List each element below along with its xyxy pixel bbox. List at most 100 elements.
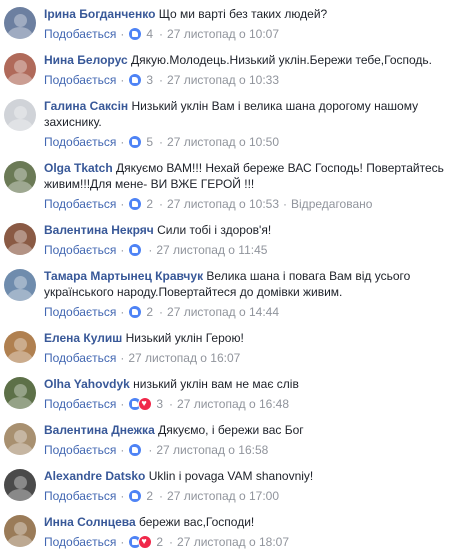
avatar[interactable] bbox=[4, 53, 36, 85]
reaction-count: 2 bbox=[156, 534, 164, 549]
like-reaction-icon bbox=[128, 72, 143, 87]
like-button[interactable]: Подобається bbox=[44, 396, 116, 412]
avatar[interactable] bbox=[4, 161, 36, 193]
separator: · bbox=[120, 396, 125, 411]
comment-line: Елена Кулиш Низький уклін Герою! bbox=[44, 330, 446, 346]
separator: · bbox=[120, 72, 125, 87]
comment-timestamp[interactable]: 27 листопад о 14:44 bbox=[167, 304, 279, 320]
comment-author-link[interactable]: Нина Белорус bbox=[44, 53, 128, 67]
comment-timestamp[interactable]: 27 листопад о 10:07 bbox=[167, 26, 279, 42]
comment-timestamp[interactable]: 27 листопад о 16:58 bbox=[156, 442, 268, 458]
like-button[interactable]: Подобається bbox=[44, 134, 116, 150]
comment-text: Що ми варті без таких людей? bbox=[158, 7, 328, 21]
comment-body: Нина Белорус Дякую.Молодець.Низький уклі… bbox=[44, 52, 446, 92]
reactions-summary[interactable]: 2 bbox=[128, 196, 153, 212]
like-reaction-icon bbox=[128, 196, 143, 211]
avatar[interactable] bbox=[4, 223, 36, 255]
reactions-summary[interactable]: 3 bbox=[128, 396, 163, 412]
edited-label[interactable]: Відредаговано bbox=[291, 196, 372, 212]
comment-body: Alexandre Datsko Uklin i povaga VAM shan… bbox=[44, 468, 446, 508]
reaction-count: 2 bbox=[146, 196, 154, 211]
comment-item: Галина Саксін Низький уклін Вам і велика… bbox=[0, 92, 450, 154]
comment-author-link[interactable]: Галина Саксін bbox=[44, 99, 128, 113]
like-button[interactable]: Подобається bbox=[44, 26, 116, 42]
comment-actions: Подобається · 2 · 27 листопад о 10:53 · Відред… bbox=[44, 195, 446, 212]
comment-actions: Подобається · 2 · 27 листопад о 17:00 bbox=[44, 487, 446, 504]
like-button[interactable]: Подобається bbox=[44, 534, 116, 550]
comment-author-link[interactable]: Olha Yahovdyk bbox=[44, 377, 130, 391]
avatar[interactable] bbox=[4, 469, 36, 501]
comment-timestamp[interactable]: 27 листопад о 16:07 bbox=[128, 350, 240, 366]
comment-item: Olha Yahovdyk низький уклін вам не має с… bbox=[0, 370, 450, 416]
reactions-summary[interactable] bbox=[128, 442, 143, 457]
comment-line: Olga Tkatch Дякуємо ВАМ!!! Нехай береже … bbox=[44, 160, 446, 192]
avatar[interactable] bbox=[4, 377, 36, 409]
comment-item: Валентина Некряч Сили тобі і здоров'я! По… bbox=[0, 216, 450, 262]
reactions-summary[interactable]: 2 bbox=[128, 488, 153, 504]
reactions-summary[interactable]: 3 bbox=[128, 72, 153, 88]
comment-actions: Подобається · 3 · 27 листопад о 10:33 bbox=[44, 71, 446, 88]
comment-timestamp[interactable]: 27 листопад о 16:48 bbox=[177, 396, 289, 412]
reactions-summary[interactable]: 4 bbox=[128, 26, 153, 42]
comment-body: Валентина Днежка Дякуємо, і бережи вас Б… bbox=[44, 422, 446, 462]
comment-item: Olga Tkatch Дякуємо ВАМ!!! Нехай береже … bbox=[0, 154, 450, 216]
comment-author-link[interactable]: Валентина Днежка bbox=[44, 423, 155, 437]
separator: · bbox=[169, 396, 174, 411]
like-button[interactable]: Подобається bbox=[44, 350, 116, 366]
avatar[interactable] bbox=[4, 7, 36, 39]
comment-timestamp[interactable]: 27 листопад о 10:33 bbox=[167, 72, 279, 88]
comment-author-link[interactable]: Валентина Некряч bbox=[44, 223, 154, 237]
comment-body: Галина Саксін Низький уклін Вам і велика… bbox=[44, 98, 446, 154]
reaction-count: 4 bbox=[146, 26, 154, 41]
comment-timestamp[interactable]: 27 листопад о 17:00 bbox=[167, 488, 279, 504]
love-reaction-icon bbox=[138, 534, 153, 549]
avatar[interactable] bbox=[4, 423, 36, 455]
separator: · bbox=[159, 488, 164, 503]
reactions-summary[interactable]: 2 bbox=[128, 534, 163, 550]
comment-author-link[interactable]: Елена Кулиш bbox=[44, 331, 122, 345]
comment-body: Елена Кулиш Низький уклін Герою! Подобаєт… bbox=[44, 330, 446, 370]
like-button[interactable]: Подобається bbox=[44, 304, 116, 320]
comment-item: Нина Белорус Дякую.Молодець.Низький уклі… bbox=[0, 46, 450, 92]
like-button[interactable]: Подобається bbox=[44, 242, 116, 258]
comment-text: низький уклін вам не має слів bbox=[133, 377, 299, 391]
like-button[interactable]: Подобається bbox=[44, 72, 116, 88]
separator: · bbox=[120, 304, 125, 319]
comment-author-link[interactable]: Инна Солнцева bbox=[44, 515, 136, 529]
comment-text: бережи вас,Господи! bbox=[138, 515, 255, 529]
separator: · bbox=[120, 350, 125, 365]
avatar[interactable] bbox=[4, 99, 36, 131]
comment-text: Сили тобі і здоров'я! bbox=[157, 223, 272, 237]
reactions-summary[interactable] bbox=[128, 242, 143, 257]
comment-timestamp[interactable]: 27 листопад о 11:45 bbox=[156, 242, 267, 258]
comment-author-link[interactable]: Ірина Богданченко bbox=[44, 7, 155, 21]
separator: · bbox=[120, 442, 125, 457]
comment-text: Uklin i povaga VAM shanovniy! bbox=[148, 469, 314, 483]
comment-timestamp[interactable]: 27 листопад о 10:50 bbox=[167, 134, 279, 150]
comment-line: Валентина Днежка Дякуємо, і бережи вас Б… bbox=[44, 422, 446, 438]
comment-actions: Подобається · 27 листопад о 16:07 bbox=[44, 349, 446, 366]
comment-timestamp[interactable]: 27 листопад о 10:53 bbox=[167, 196, 279, 212]
like-button[interactable]: Подобається bbox=[44, 442, 116, 458]
avatar[interactable] bbox=[4, 331, 36, 363]
comment-actions: Подобається · · 27 листопад о 11:45 bbox=[44, 241, 446, 258]
comment-author-link[interactable]: Тамара Мартынец Кравчук bbox=[44, 269, 203, 283]
separator: · bbox=[120, 242, 125, 257]
comment-timestamp[interactable]: 27 листопад о 18:07 bbox=[177, 534, 289, 550]
reactions-summary[interactable]: 5 bbox=[128, 134, 153, 150]
reactions-summary[interactable]: 2 bbox=[128, 304, 153, 320]
reaction-count: 3 bbox=[156, 396, 164, 411]
like-button[interactable]: Подобається bbox=[44, 196, 116, 212]
reaction-count: 2 bbox=[146, 304, 154, 319]
like-button[interactable]: Подобається bbox=[44, 488, 116, 504]
comment-author-link[interactable]: Alexandre Datsko bbox=[44, 469, 145, 483]
separator: · bbox=[159, 26, 164, 41]
avatar[interactable] bbox=[4, 269, 36, 301]
comment-line: Olha Yahovdyk низький уклін вам не має с… bbox=[44, 376, 446, 392]
separator: · bbox=[120, 488, 125, 503]
comment-actions: Подобається · 2 · 27 листопад о 14:44 bbox=[44, 303, 446, 320]
comment-author-link[interactable]: Olga Tkatch bbox=[44, 161, 113, 175]
comment-item: Елена Кулиш Низький уклін Герою! Подобаєт… bbox=[0, 324, 450, 370]
avatar[interactable] bbox=[4, 515, 36, 547]
comment-body: Olha Yahovdyk низький уклін вам не має с… bbox=[44, 376, 446, 416]
